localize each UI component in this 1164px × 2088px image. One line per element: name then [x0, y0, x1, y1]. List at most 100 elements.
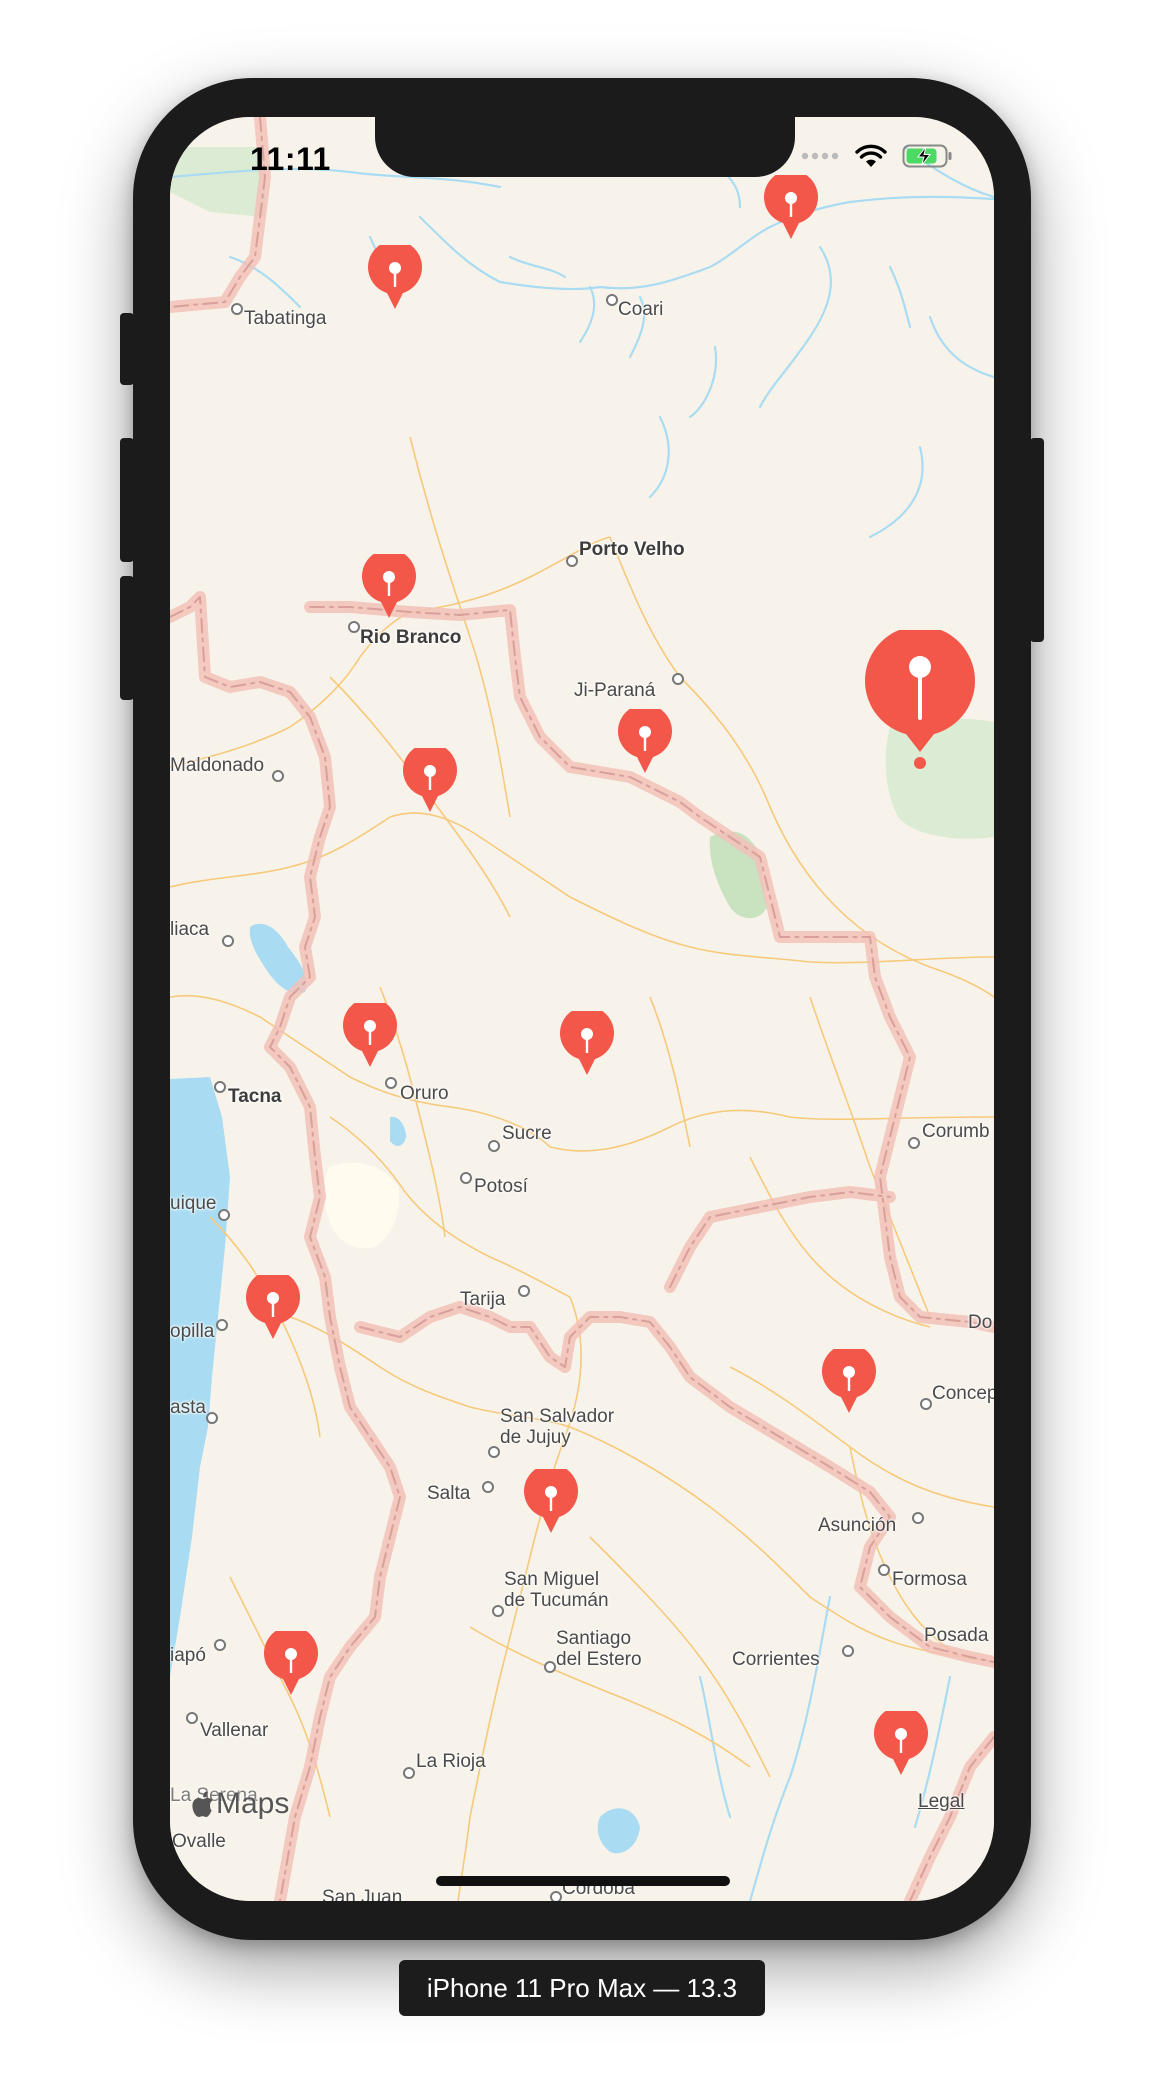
map-label-san-miguel-line2: de Tucumán: [504, 1590, 609, 1611]
city-dot-formosa: [878, 1564, 890, 1576]
map-label-la-rioja: La Rioja: [416, 1751, 486, 1772]
city-dot-salta: [482, 1481, 494, 1493]
map-label-posada: Posada: [924, 1625, 989, 1646]
map-pin[interactable]: [263, 1631, 319, 1697]
map-label-tacna: Tacna: [228, 1086, 282, 1107]
city-dot-iapo: [214, 1639, 226, 1651]
signal-dots-icon: [801, 152, 839, 160]
pin-icon: [560, 1011, 614, 1075]
map-label-santiago-line1: Santiago: [556, 1628, 632, 1649]
map-label-maldonado: Maldonado: [170, 755, 265, 776]
map-pin[interactable]: [523, 1469, 579, 1535]
battery-charging-icon: [902, 144, 952, 168]
volume-up-button: [120, 438, 134, 562]
pin-icon: [403, 748, 457, 812]
map-label-sucre: Sucre: [502, 1123, 552, 1144]
map-label-rio-branco: Rio Branco: [360, 627, 462, 648]
notch: [375, 117, 795, 177]
map-label-coari: Coari: [618, 299, 664, 320]
status-time: 11:11: [250, 141, 331, 177]
power-button: [1030, 438, 1044, 642]
city-dot-la-rioja: [403, 1767, 415, 1779]
city-dot-tabatinga: [231, 303, 243, 315]
city-dot-asta: [206, 1412, 218, 1424]
map-label-liaca: liaca: [170, 919, 210, 940]
map-pin[interactable]: [402, 748, 458, 814]
city-dot-vallenar: [186, 1712, 198, 1724]
city-dot-oruro: [385, 1077, 397, 1089]
city-dot-rio-branco: [348, 621, 360, 633]
map-label-ovalle: Ovalle: [172, 1831, 226, 1852]
city-dot-iquique: [218, 1209, 230, 1221]
city-dot-ji-parana: [672, 673, 684, 685]
map-pin[interactable]: [361, 554, 417, 620]
city-dot-maldonado: [272, 770, 284, 782]
maps-logo: Maps: [192, 1787, 289, 1821]
map-label-san-salvador-line2: de Jujuy: [500, 1427, 571, 1448]
map-label-san-salvador-line1: San Salvador: [500, 1406, 615, 1427]
map-label-asuncion: Asunción: [818, 1515, 897, 1536]
map-label-salta: Salta: [427, 1483, 471, 1504]
volume-down-button: [120, 576, 134, 700]
map-pin[interactable]: [617, 709, 673, 775]
pin-icon: [362, 554, 416, 618]
device-caption: iPhone 11 Pro Max — 13.3: [399, 1960, 765, 2016]
map-pin[interactable]: [559, 1011, 615, 1077]
pin-icon: [246, 1275, 300, 1339]
pin-icon: [343, 1003, 397, 1067]
map-label-iquique: uique: [170, 1193, 217, 1214]
map-pin[interactable]: [763, 175, 819, 241]
map-pin[interactable]: [367, 245, 423, 311]
map-pin[interactable]: [342, 1003, 398, 1069]
city-dot-coari: [606, 294, 618, 306]
map-label-formosa: Formosa: [892, 1569, 967, 1590]
status-icons: [800, 143, 954, 169]
pin-icon: [764, 175, 818, 239]
mute-switch: [120, 313, 134, 385]
map-label-porto-velho: Porto Velho: [579, 539, 685, 560]
pin-icon: [264, 1631, 318, 1695]
pin-icon: [618, 709, 672, 773]
city-dot-santiago: [544, 1661, 556, 1673]
map-label-iapo: iapó: [170, 1645, 206, 1666]
map-label-tarija: Tarija: [460, 1289, 506, 1310]
map-pin[interactable]: [873, 1711, 929, 1777]
city-dot-potosi: [460, 1172, 472, 1184]
map-label-tocopilla: opilla: [170, 1321, 215, 1342]
apple-logo-icon: [192, 1791, 213, 1817]
map-label-corrientes: Corrientes: [732, 1649, 820, 1670]
city-dot-san-miguel: [492, 1605, 504, 1617]
city-dot-asuncion: [912, 1512, 924, 1524]
city-dot-concep: [920, 1398, 932, 1410]
map-label-concep: Concep: [932, 1383, 994, 1404]
map-label-tabatinga: Tabatinga: [244, 308, 327, 329]
city-dot-cordoba: [550, 1891, 562, 1901]
map-pin[interactable]: [821, 1349, 877, 1415]
pin-icon: [822, 1349, 876, 1413]
city-dot-porto-velho: [566, 555, 578, 567]
map-pin[interactable]: [245, 1275, 301, 1341]
city-dot-sucre: [488, 1140, 500, 1152]
wifi-icon: [855, 144, 887, 167]
maps-logo-text: Maps: [216, 1787, 290, 1820]
map-label-potosi: Potosí: [474, 1176, 528, 1197]
map-pin-selected[interactable]: [864, 625, 976, 770]
city-dot-tarija: [518, 1285, 530, 1297]
map-label-san-miguel-line1: San Miguel: [504, 1569, 600, 1590]
map-label-santiago-line2: del Estero: [556, 1649, 642, 1670]
city-dot-san-salvador: [488, 1446, 500, 1458]
map-label-ji-parana: Ji-Paraná: [574, 680, 656, 701]
pin-icon: [368, 245, 422, 309]
city-dot-tocopilla: [216, 1319, 228, 1331]
screen: Tabatinga Coari Porto Velho Rio Branco J…: [170, 117, 994, 1901]
map-label-vallenar: Vallenar: [200, 1720, 269, 1741]
home-indicator[interactable]: [436, 1876, 730, 1886]
map-label-asta: asta: [170, 1397, 206, 1418]
map-label-oruro: Oruro: [400, 1083, 449, 1104]
pin-icon: [874, 1711, 928, 1775]
map-label-legal[interactable]: Legal: [918, 1791, 965, 1812]
city-dot-tacna: [214, 1081, 226, 1093]
city-dot-liaca: [222, 935, 234, 947]
map-label-do: Do: [968, 1312, 993, 1333]
pin-icon: [524, 1469, 578, 1533]
